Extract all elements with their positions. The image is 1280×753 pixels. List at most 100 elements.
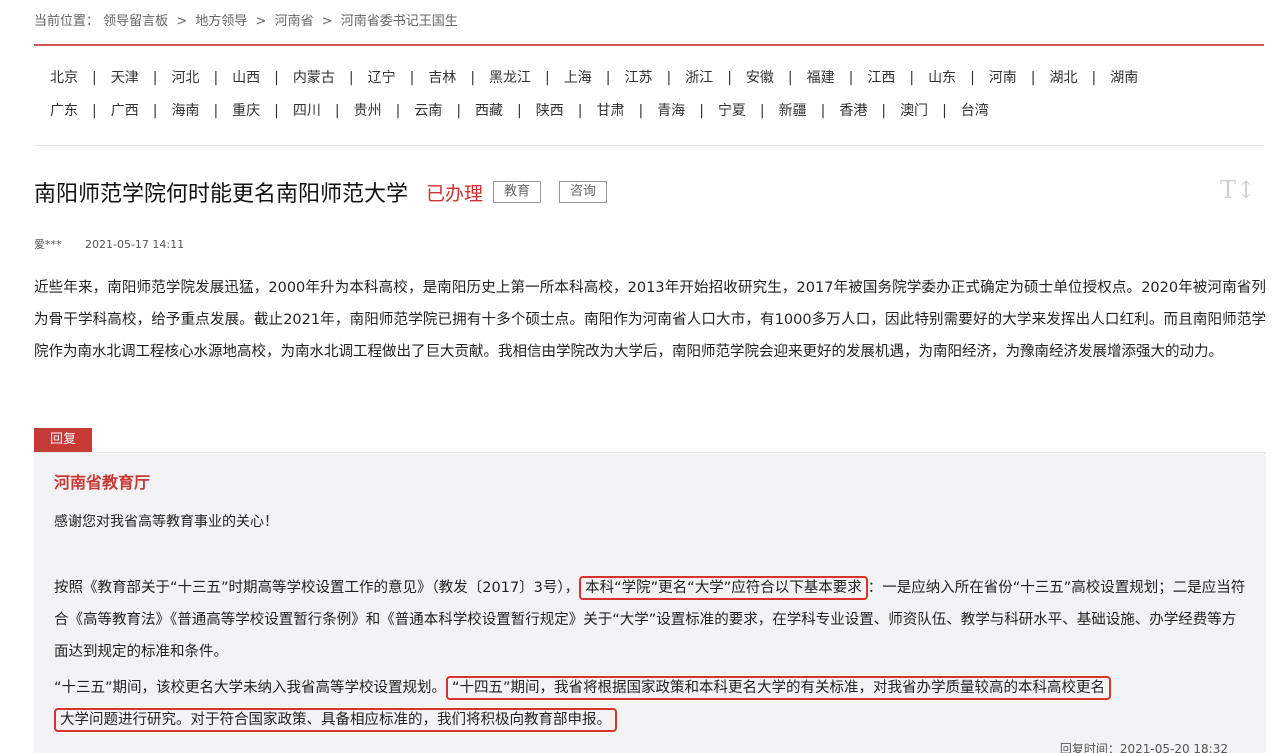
province-divider: | <box>1091 70 1097 86</box>
province-divider: | <box>470 70 476 86</box>
province-link[interactable]: 安徽 <box>746 70 774 86</box>
province-link[interactable]: 浙江 <box>685 70 713 86</box>
province-divider: | <box>456 103 462 119</box>
province-link[interactable]: 江西 <box>867 70 895 86</box>
reply-paragraph-2: “十三五”期间，该校更名大学未纳入我省高等学校设置规划。 “十四五”期间，我省将根… <box>54 672 1246 736</box>
province-link[interactable]: 西藏 <box>475 103 503 119</box>
province-row-1: 北京 | 天津 | 河北 | 山西 | 内蒙古 | 辽宁 | 吉林 | 黑龙江 | 上海 | 江苏 | 浙江 | 安徽 | 福建… <box>50 68 1260 101</box>
province-link[interactable]: 河北 <box>171 70 199 86</box>
province-link[interactable]: 四川 <box>293 103 321 119</box>
province-link[interactable]: 天津 <box>111 70 139 86</box>
message-header: 南阳师范学院何时能更名南阳师范大学 已办理 教育 咨询 <box>34 174 608 210</box>
section-divider <box>34 145 1264 146</box>
province-divider: | <box>909 70 915 86</box>
province-nav: 北京 | 天津 | 河北 | 山西 | 内蒙古 | 辽宁 | 吉林 | 黑龙江 | 上海 | 江苏 | 浙江 | 安徽 | 福建… <box>50 68 1260 134</box>
province-divider: | <box>92 70 97 86</box>
province-link[interactable]: 山西 <box>232 70 260 86</box>
province-divider: | <box>787 70 793 86</box>
province-divider: | <box>545 70 550 86</box>
province-divider: | <box>334 103 340 119</box>
province-divider: | <box>605 70 611 86</box>
province-link[interactable]: 广东 <box>50 103 78 119</box>
reply-highlight-plan-1: “十四五”期间，我省将根据国家政策和本科更名大学的有关标准，对我省办学质量较高的… <box>446 676 1112 700</box>
province-link[interactable]: 北京 <box>50 70 78 86</box>
province-link[interactable]: 澳门 <box>900 103 928 119</box>
province-link[interactable]: 云南 <box>414 103 442 119</box>
province-divider: | <box>409 70 415 86</box>
province-link[interactable]: 陕西 <box>536 103 564 119</box>
province-link[interactable]: 贵州 <box>354 103 382 119</box>
breadcrumb: 当前位置： 领导留言板 > 地方领导 > 河南省 > 河南省委书记王国生 <box>34 10 458 29</box>
province-link[interactable]: 广西 <box>111 103 139 119</box>
province-link[interactable]: 江苏 <box>624 70 652 86</box>
reply-p1-text-a: 按照《教育部关于“十三五”时期高等学校设置工作的意见》（教发〔2017〕3号）， <box>54 580 580 596</box>
province-link[interactable]: 新疆 <box>779 103 807 119</box>
province-link[interactable]: 宁夏 <box>718 103 746 119</box>
message-page: 当前位置： 领导留言板 > 地方领导 > 河南省 > 河南省委书记王国生 北京 |… <box>0 0 1280 753</box>
province-link[interactable]: 湖北 <box>1050 70 1078 86</box>
reply-greeting: 感谢您对我省高等教育事业的关心！ <box>54 514 278 530</box>
province-divider: | <box>848 70 854 86</box>
province-link[interactable]: 青海 <box>657 103 685 119</box>
status-badge: 已办理 <box>426 182 484 205</box>
tag-inquiry: 咨询 <box>559 181 608 203</box>
province-link[interactable]: 台湾 <box>961 103 989 119</box>
breadcrumb-item-board[interactable]: 领导留言板 <box>103 14 168 29</box>
province-divider: | <box>699 103 704 119</box>
message-body: 近些年来，南阳师范学院发展迅猛，2000年升为本科高校，是南阳历史上第一所本科高… <box>34 280 1266 360</box>
province-divider: | <box>1030 70 1036 86</box>
breadcrumb-separator: > <box>255 14 267 29</box>
reply-time: 回复时间：2021-05-20 18:32 <box>1060 740 1228 753</box>
reply-highlight-requirements: 本科“学院”更名“大学”应符合以下基本要求 <box>579 576 868 600</box>
author-name: 爱*** <box>34 238 62 251</box>
province-divider: | <box>213 103 219 119</box>
reply-time-value: 2021-05-20 18:32 <box>1119 742 1228 753</box>
province-divider: | <box>395 103 401 119</box>
breadcrumb-item-henan[interactable]: 河南省 <box>275 14 314 29</box>
province-row-2: 广东 | 广西 | 海南 | 重庆 | 四川 | 贵州 | 云南 | 西藏 | 陕西 | 甘肃 | 青海 | 宁夏 | 新疆 | 香… <box>50 101 1260 134</box>
reply-highlight-plan-2: 大学问题进行研究。对于符合国家政策、具备相应标准的，我们将积极向教育部申报。 <box>54 708 617 732</box>
province-divider: | <box>152 70 158 86</box>
province-link[interactable]: 内蒙古 <box>293 70 335 86</box>
province-divider: | <box>152 103 158 119</box>
province-divider: | <box>274 70 279 86</box>
province-divider: | <box>213 70 219 86</box>
tag-education: 教育 <box>493 181 542 203</box>
text-size-icon[interactable]: T↕ <box>1220 176 1256 204</box>
reply-p2-text-a: “十三五”期间，该校更名大学未纳入我省高等学校设置规划。 <box>54 680 447 696</box>
province-link[interactable]: 吉林 <box>428 70 456 86</box>
province-link[interactable]: 山东 <box>928 70 956 86</box>
province-divider: | <box>274 103 279 119</box>
province-divider: | <box>820 103 826 119</box>
province-divider: | <box>92 103 97 119</box>
province-divider: | <box>577 103 583 119</box>
province-divider: | <box>727 70 732 86</box>
province-divider: | <box>942 103 947 119</box>
province-link[interactable]: 重庆 <box>232 103 260 119</box>
reply-box: 河南省教育厅 感谢您对我省高等教育事业的关心！ 按照《教育部关于“十三五”时期高… <box>34 452 1266 753</box>
province-link[interactable]: 福建 <box>807 70 835 86</box>
province-divider: | <box>517 103 522 119</box>
province-link[interactable]: 香港 <box>839 103 867 119</box>
province-divider: | <box>666 70 672 86</box>
province-link[interactable]: 湖南 <box>1110 70 1138 86</box>
breadcrumb-item-local-leaders[interactable]: 地方领导 <box>195 14 247 29</box>
province-link[interactable]: 上海 <box>564 70 592 86</box>
province-divider: | <box>759 103 765 119</box>
reply-org: 河南省教育厅 <box>54 473 151 492</box>
breadcrumb-separator: > <box>176 14 188 29</box>
breadcrumb-label: 当前位置： <box>34 14 100 29</box>
province-link[interactable]: 河南 <box>989 70 1017 86</box>
breadcrumb-separator: > <box>321 14 333 29</box>
province-link[interactable]: 甘肃 <box>596 103 624 119</box>
province-link[interactable]: 黑龙江 <box>489 70 531 86</box>
reply-time-label: 回复时间： <box>1059 742 1120 753</box>
reply-paragraph-1: 按照《教育部关于“十三五”时期高等学校设置工作的意见》（教发〔2017〕3号），… <box>54 572 1246 668</box>
province-divider: | <box>881 103 887 119</box>
province-link[interactable]: 海南 <box>171 103 199 119</box>
province-divider: | <box>970 70 975 86</box>
breadcrumb-item-secretary[interactable]: 河南省委书记王国生 <box>341 14 458 29</box>
message-meta: 爱*** 2021-05-17 14:11 <box>34 236 184 252</box>
province-link[interactable]: 辽宁 <box>368 70 396 86</box>
post-date: 2021-05-17 14:11 <box>85 238 185 251</box>
